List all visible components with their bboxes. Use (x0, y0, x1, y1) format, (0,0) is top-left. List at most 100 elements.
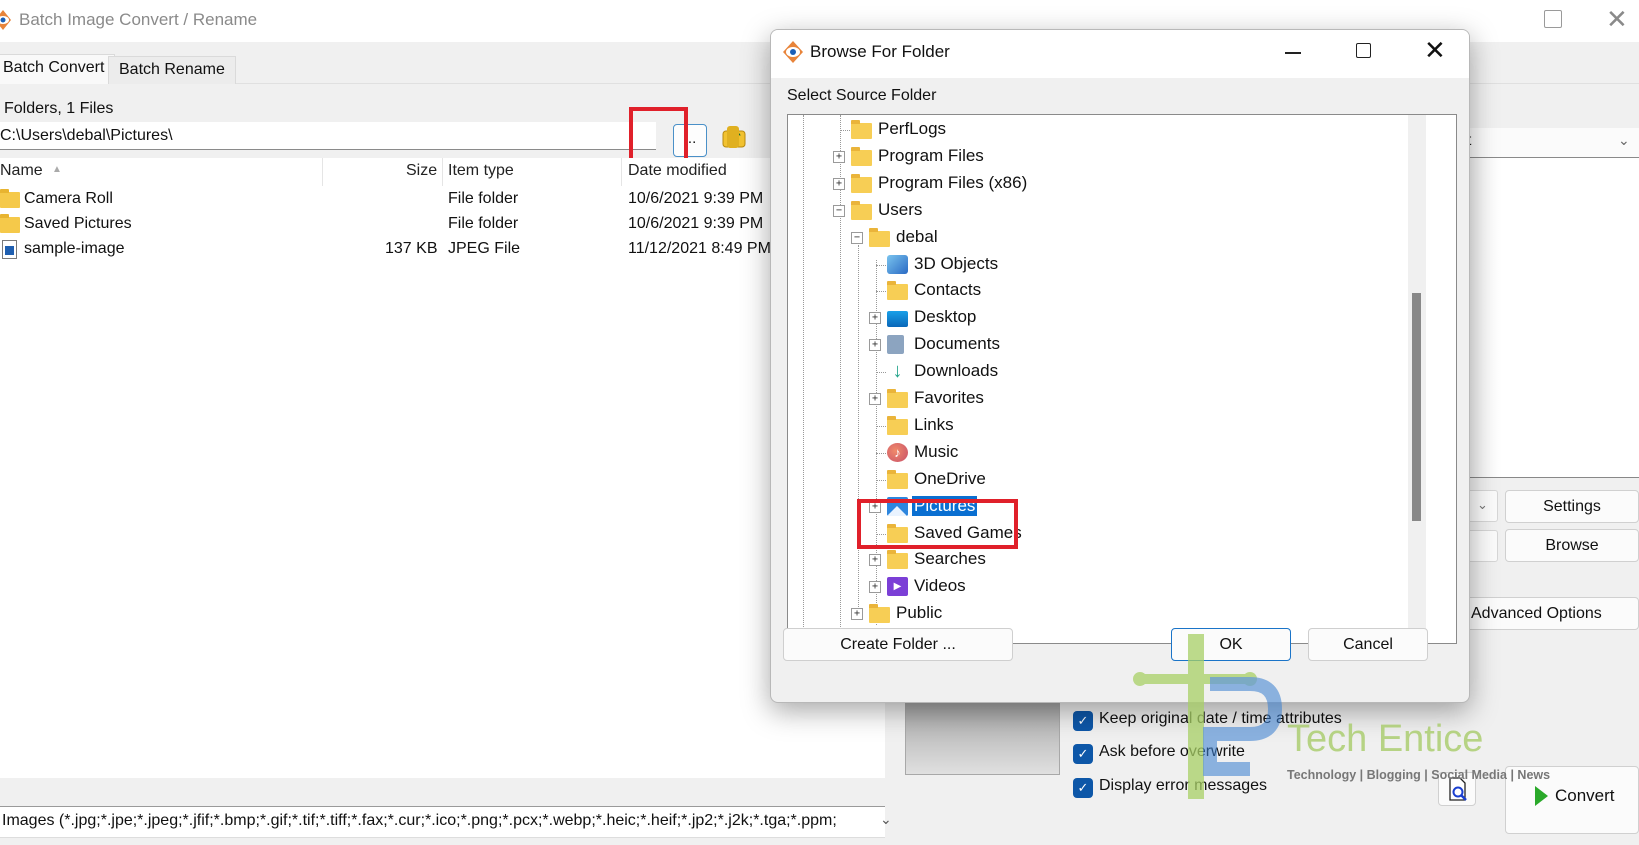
highlight-box-browse (629, 107, 688, 162)
dialog-title: Browse For Folder (810, 42, 950, 61)
music-icon: ♪ (887, 442, 908, 462)
tree-item-searches[interactable]: + Searches (788, 547, 1388, 573)
folder-icon (851, 146, 872, 166)
expand-icon[interactable]: + (869, 339, 881, 352)
file-row[interactable]: Saved Pictures File folder 10/6/2021 9:3… (0, 213, 763, 237)
folder-icon (869, 604, 890, 624)
tree-item-program-files[interactable]: + Program Files (788, 144, 1388, 170)
tree-item-label: Downloads (914, 361, 999, 381)
tree-item-debal[interactable]: − debal (788, 225, 1388, 251)
column-header-name[interactable]: Name (0, 162, 43, 180)
checkbox-checked-icon[interactable]: ✓ (1073, 778, 1093, 798)
folder-icon (887, 415, 908, 435)
tree-item-links[interactable]: Links (788, 413, 1388, 439)
sort-ascending-icon: ▲ (52, 164, 62, 175)
tree-item-label: Links (914, 414, 954, 434)
file-type: File folder (448, 190, 519, 207)
tree-item-users[interactable]: − Users (788, 198, 1388, 224)
tree-item-label: Favorites (914, 388, 984, 407)
tree-item-label: Public (896, 603, 943, 623)
expand-icon[interactable]: + (869, 554, 881, 567)
tree-item-perflogs[interactable]: PerfLogs (788, 117, 1388, 143)
app-logo-icon (0, 10, 11, 30)
cancel-button[interactable]: Cancel (1308, 628, 1428, 661)
chevron-down-icon[interactable]: ⌄ (1477, 497, 1488, 513)
convert-button-label: Convert (1555, 786, 1615, 805)
settings-button[interactable]: Settings (1505, 490, 1639, 523)
tree-item-label: Program Files (x86) (878, 172, 1028, 192)
expand-icon[interactable]: + (833, 150, 845, 163)
file-row[interactable]: sample-image 137 KB JPEG File 11/12/2021… (0, 238, 771, 262)
tree-item-label: OneDrive (914, 468, 986, 488)
desktop-icon (887, 311, 908, 328)
dialog-close-button[interactable]: ✕ (1424, 35, 1446, 65)
expand-icon[interactable]: + (869, 393, 881, 405)
tree-item-label: debal (896, 226, 938, 246)
maximize-button[interactable] (1544, 10, 1562, 28)
tree-item-contacts[interactable]: Contacts (788, 278, 1388, 304)
expand-icon[interactable]: + (869, 312, 881, 325)
folder-icon (887, 550, 908, 570)
tree-item-label: Videos (914, 576, 966, 596)
scrollbar-thumb[interactable] (1412, 293, 1421, 521)
tree-item-public[interactable]: + Public (788, 601, 1388, 627)
chevron-down-icon[interactable]: ⌄ (1618, 132, 1630, 149)
folder-icon (851, 120, 872, 139)
folder-icon (887, 469, 908, 489)
file-date: 10/6/2021 9:39 PM (628, 190, 764, 207)
minimize-button[interactable] (1285, 52, 1301, 54)
expand-icon[interactable]: + (869, 581, 881, 594)
column-header-type[interactable]: Item type (448, 162, 514, 180)
folder-file-count: Folders, 1 Files (4, 100, 114, 117)
expand-icon[interactable]: + (851, 608, 863, 621)
tree-item-label: 3D Objects (914, 253, 999, 273)
tree-item-documents[interactable]: + Documents (788, 332, 1388, 358)
refresh-folder-icon[interactable] (727, 126, 739, 148)
folder-tree[interactable]: PerfLogs + Program Files + Program Files (x8… (787, 114, 1457, 644)
expand-icon[interactable]: + (833, 177, 845, 190)
tree-item-onedrive[interactable]: OneDrive (788, 467, 1388, 493)
file-type-filter-select[interactable]: Images (*.jpg;*.jpe;*.jpeg;*.jfif;*.bmp;… (0, 806, 885, 838)
play-icon (1535, 786, 1548, 806)
source-path-input[interactable] (0, 122, 656, 150)
file-row[interactable]: Camera Roll File folder 10/6/2021 9:39 P… (0, 188, 764, 212)
tree-item-desktop[interactable]: + Desktop (788, 305, 1388, 331)
folder-icon (851, 200, 872, 220)
tree-item-favorites[interactable]: + Favorites (788, 386, 1388, 412)
folder-icon (869, 227, 890, 247)
checkbox-checked-icon[interactable]: ✓ (1073, 744, 1093, 764)
chevron-down-icon[interactable]: ⌄ (880, 811, 892, 828)
options-panel (905, 700, 1060, 775)
file-type: JPEG File (448, 240, 521, 257)
tree-item-label: Program Files (878, 145, 984, 165)
tree-item-music[interactable]: ♪ Music (788, 440, 1388, 466)
file-name: Camera Roll (24, 190, 113, 207)
tree-item-program-files-x86[interactable]: + Program Files (x86) (788, 171, 1388, 197)
column-header-size[interactable]: Size (406, 162, 437, 180)
tree-item-videos[interactable]: + ▶ Videos (788, 574, 1388, 600)
collapse-icon[interactable]: − (833, 204, 845, 217)
tree-item-label: Music (914, 441, 959, 461)
dialog-caption: Select Source Folder (787, 87, 937, 104)
folder-icon (887, 281, 908, 301)
browse-output-button[interactable]: Browse (1505, 529, 1639, 562)
tree-item-label: Contacts (914, 280, 982, 300)
tree-item-downloads[interactable]: ↓ Downloads (788, 359, 1388, 385)
file-list: Name ▲ Size Item type Date modified Came… (0, 158, 885, 778)
tree-item-label: Documents (914, 334, 1000, 354)
tree-item-3d-objects[interactable]: 3D Objects (788, 252, 1388, 278)
folder-icon (0, 214, 20, 233)
tab-batch-convert[interactable]: Batch Convert (0, 54, 116, 84)
jpeg-file-icon (2, 240, 17, 259)
collapse-icon[interactable]: − (851, 231, 863, 244)
create-folder-button[interactable]: Create Folder ... (783, 628, 1013, 661)
maximize-button[interactable] (1356, 43, 1371, 58)
folder-icon (0, 189, 20, 208)
tab-batch-rename[interactable]: Batch Rename (108, 56, 236, 84)
column-header-date[interactable]: Date modified (628, 162, 727, 180)
app-title: Batch Image Convert / Rename (19, 10, 258, 29)
file-name: sample-image (24, 240, 125, 257)
file-name: Saved Pictures (24, 215, 132, 232)
checkbox-checked-icon[interactable]: ✓ (1073, 711, 1093, 731)
close-button[interactable]: ✕ (1606, 4, 1628, 34)
